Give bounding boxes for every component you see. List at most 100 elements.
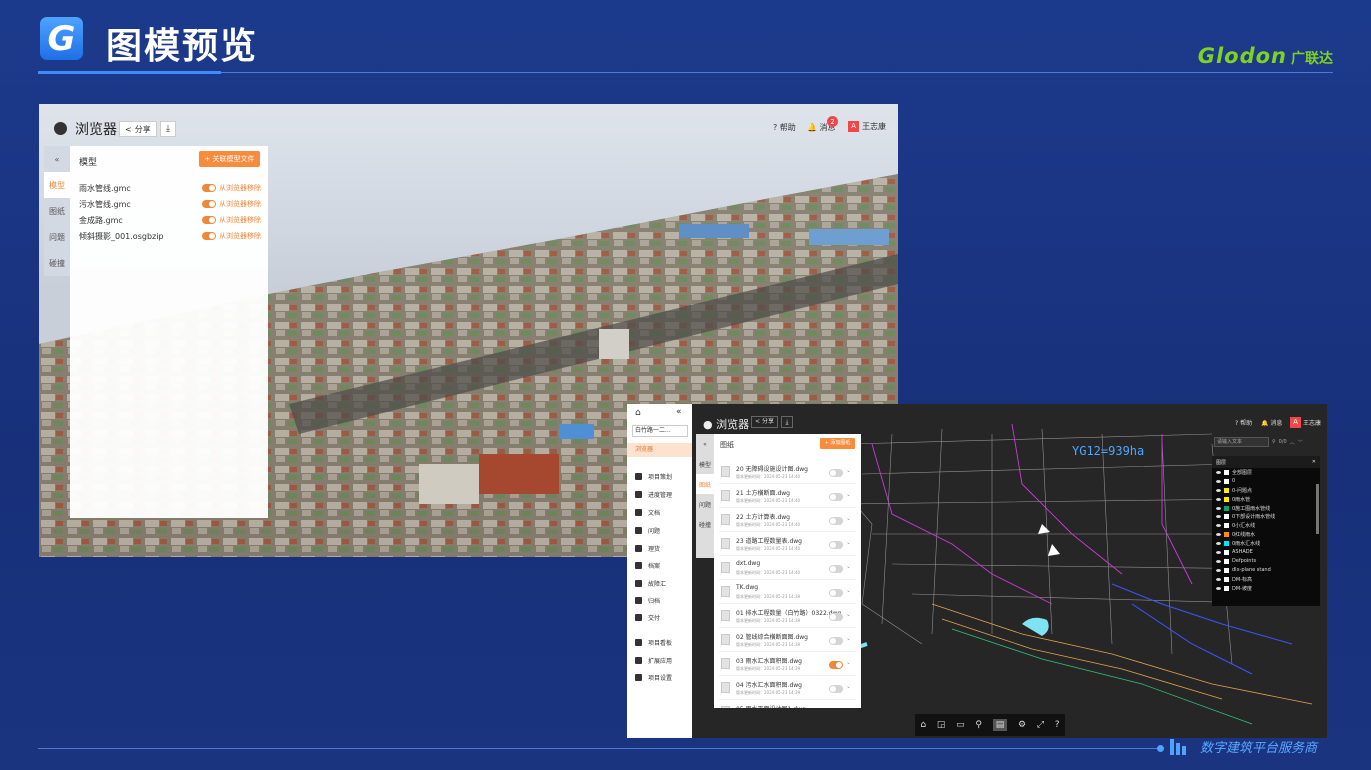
sidebar-item[interactable]: 档案: [635, 561, 660, 570]
search-icon[interactable]: ⚲: [1272, 439, 1276, 445]
search-input[interactable]: 请输入文本: [1214, 437, 1269, 447]
sidebar-item[interactable]: 故障汇: [635, 579, 666, 588]
layer-item[interactable]: 0红线雨水: [1212, 530, 1320, 539]
chevron-down-icon[interactable]: ⌄: [846, 587, 851, 594]
chevron-down-icon[interactable]: ﹀: [1298, 439, 1303, 446]
chevron-down-icon[interactable]: ⌄: [846, 611, 851, 618]
sidebar-item[interactable]: 归档: [635, 596, 660, 605]
layer-item[interactable]: DM-标高: [1212, 575, 1320, 584]
layers-icon[interactable]: ▤: [992, 719, 1008, 731]
collapse-button[interactable]: «: [44, 146, 70, 172]
share-button[interactable]: < 分享: [751, 416, 778, 428]
tab-model[interactable]: 模型: [696, 454, 714, 474]
eye-icon[interactable]: [1216, 506, 1221, 510]
collapse-icon[interactable]: «: [676, 407, 682, 417]
layer-item[interactable]: 全部图层: [1212, 468, 1320, 477]
eye-icon[interactable]: [1216, 470, 1221, 474]
help-icon[interactable]: ?: [1055, 720, 1060, 730]
home-icon[interactable]: ⌂: [635, 408, 641, 418]
sidebar-item[interactable]: 问题: [635, 526, 660, 535]
drawing-visibility-toggle[interactable]: [829, 493, 843, 501]
layer-item[interactable]: 0下部设计雨水管线: [1212, 512, 1320, 521]
sidebar-item[interactable]: 理货: [635, 544, 660, 553]
eye-icon[interactable]: [1216, 479, 1221, 483]
remove-from-browser-link[interactable]: 从浏览器移除: [219, 183, 261, 193]
eye-icon[interactable]: [1216, 488, 1221, 492]
sidebar-item[interactable]: 扩展应用: [635, 656, 672, 665]
layer-item[interactable]: 0施工图雨水管线: [1212, 504, 1320, 513]
layer-item[interactable]: 0小汇水线: [1212, 521, 1320, 530]
project-select[interactable]: 白竹路一二...: [632, 425, 688, 437]
eye-icon[interactable]: [1216, 586, 1221, 590]
list-item[interactable]: 04 污水汇水面积图.dwg 版本更新时间：2024-05-23 14:39 ⌄: [719, 678, 856, 700]
drawing-visibility-toggle[interactable]: [829, 469, 843, 477]
collapse-button[interactable]: «: [696, 434, 714, 454]
layer-item[interactable]: 0雨水汇水线: [1212, 539, 1320, 548]
sidebar-item[interactable]: 项目策划: [635, 472, 672, 481]
tab-drawings[interactable]: 图纸: [696, 474, 714, 494]
drawing-visibility-toggle[interactable]: [829, 613, 843, 621]
locate-icon[interactable]: ⚲: [975, 720, 982, 730]
remove-from-browser-link[interactable]: 从浏览器移除: [219, 199, 261, 209]
layer-item[interactable]: 0-问题点: [1212, 486, 1320, 495]
layer-item[interactable]: ASHADE: [1212, 548, 1320, 557]
chevron-down-icon[interactable]: ⌄: [846, 515, 851, 522]
list-item[interactable]: 22 土方计算表.dwg 版本更新时间：2024-05-23 14:40 ⌄: [719, 510, 856, 532]
chevron-down-icon[interactable]: ⌄: [846, 563, 851, 570]
tab-issues[interactable]: 问题: [696, 494, 714, 514]
list-item[interactable]: 02 管线综合横断面图.dwg 版本更新时间：2024-05-23 14:39 ⌄: [719, 630, 856, 652]
tab-model[interactable]: 模型: [44, 172, 70, 198]
eye-icon[interactable]: [1216, 559, 1221, 563]
eye-icon[interactable]: [1216, 550, 1221, 554]
sidebar-item[interactable]: 进度管理: [635, 490, 672, 499]
help-button[interactable]: ? 帮助: [1235, 418, 1252, 427]
chevron-down-icon[interactable]: ⌄: [846, 683, 851, 690]
fullscreen-icon[interactable]: ⤢: [1037, 720, 1044, 730]
chevron-down-icon[interactable]: ⌄: [846, 659, 851, 666]
tab-drawings[interactable]: 图纸: [44, 198, 70, 224]
tab-issues[interactable]: 问题: [44, 224, 70, 250]
messages-button[interactable]: 🔔 消息: [1261, 418, 1282, 427]
model-visibility-toggle[interactable]: [202, 216, 216, 224]
close-icon[interactable]: ✕: [1312, 459, 1316, 465]
sidebar-item-browser[interactable]: 浏览器: [627, 443, 692, 457]
measure-icon[interactable]: ▭: [956, 720, 965, 730]
layer-item[interactable]: dlx-plane stand: [1212, 566, 1320, 575]
model-visibility-toggle[interactable]: [202, 200, 216, 208]
help-button[interactable]: ? 帮助: [773, 122, 796, 133]
chevron-down-icon[interactable]: ⌄: [846, 707, 851, 708]
eye-icon[interactable]: [1216, 568, 1221, 572]
sidebar-item[interactable]: 项目设置: [635, 673, 672, 682]
eye-icon[interactable]: [1216, 542, 1221, 546]
drawing-visibility-toggle[interactable]: [829, 541, 843, 549]
list-item[interactable]: 23 道路工程数量表.dwg 版本更新时间：2024-05-23 14:40 ⌄: [719, 534, 856, 556]
drawing-visibility-toggle[interactable]: [829, 661, 843, 669]
chevron-down-icon[interactable]: ⌄: [846, 635, 851, 642]
chevron-down-icon[interactable]: ⌄: [846, 539, 851, 546]
sidebar-item[interactable]: 文档: [635, 508, 660, 517]
layers-scrollbar[interactable]: [1316, 484, 1319, 534]
user-menu[interactable]: A 王志康: [848, 121, 886, 132]
list-item[interactable]: dxt.dwg 版本更新时间：2024-05-23 14:40 ⌄: [719, 558, 856, 580]
list-item[interactable]: 20 无障碍设施设计图.dwg 版本更新时间：2024-05-23 14:40 ⌄: [719, 462, 856, 484]
chevron-down-icon[interactable]: ⌄: [846, 467, 851, 474]
sidebar-item[interactable]: 交付: [635, 613, 660, 622]
sidebar-item[interactable]: 项目看板: [635, 638, 672, 647]
layer-item[interactable]: 0: [1212, 477, 1320, 486]
download-icon[interactable]: ⤓: [160, 121, 176, 137]
home-icon[interactable]: ⌂: [920, 720, 926, 730]
eye-icon[interactable]: [1216, 577, 1221, 581]
list-item[interactable]: TK.dwg 版本更新时间：2024-05-23 14:39 ⌄: [719, 582, 856, 604]
link-model-button[interactable]: + 关联模型文件: [199, 151, 260, 167]
list-item[interactable]: 05 雨水平面设计图1.dwg ⌄: [719, 702, 856, 708]
eye-icon[interactable]: [1216, 515, 1221, 519]
user-menu[interactable]: A 王志康: [1290, 417, 1321, 428]
tab-clash[interactable]: 碰撞: [44, 250, 70, 276]
eye-icon[interactable]: [1216, 497, 1221, 501]
remove-from-browser-link[interactable]: 从浏览器移除: [219, 231, 261, 241]
download-icon[interactable]: ⤓: [781, 416, 793, 428]
drawing-visibility-toggle[interactable]: [829, 565, 843, 573]
layer-item[interactable]: Defpoints: [1212, 557, 1320, 566]
drawing-visibility-toggle[interactable]: [829, 637, 843, 645]
layer-item[interactable]: 0雨水管: [1212, 495, 1320, 504]
